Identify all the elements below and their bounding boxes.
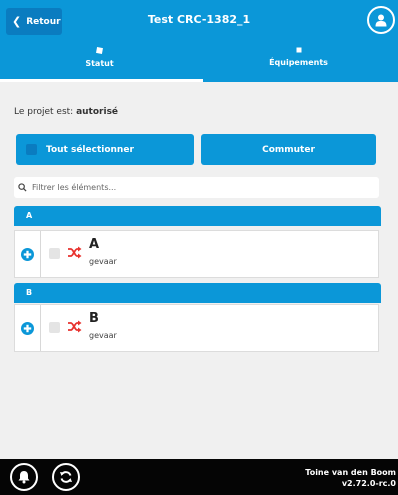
user-profile-button[interactable]	[367, 6, 395, 34]
project-status-value: autorisé	[76, 107, 119, 117]
sync-button[interactable]	[52, 463, 80, 491]
select-all-checkbox[interactable]	[26, 144, 37, 155]
project-status-prefix: Le projet est:	[14, 107, 74, 117]
group-header-b: B	[14, 283, 381, 303]
user-info: Toine van den Boom v2.72.0-rc.0	[305, 467, 396, 489]
shuffle-icon[interactable]	[67, 320, 82, 333]
sync-icon	[60, 471, 72, 483]
tab-equipements[interactable]: Équipements	[199, 44, 398, 82]
expand-button[interactable]	[15, 305, 41, 351]
item-checkbox[interactable]	[49, 322, 60, 333]
square-icon	[296, 47, 301, 53]
tab-statut[interactable]: Statut	[0, 44, 199, 82]
app-footer: Toine van den Boom v2.72.0-rc.0	[0, 459, 398, 495]
group-header-a: A	[14, 206, 381, 226]
square-icon	[96, 47, 103, 54]
select-all-button[interactable]: Tout sélectionner	[16, 134, 194, 165]
filter-input[interactable]	[32, 183, 362, 192]
item-name: A	[89, 237, 100, 252]
app-version: v2.72.0-rc.0	[341, 479, 396, 488]
item-name: B	[89, 311, 99, 326]
item-subtitle: gevaar	[89, 331, 117, 340]
list-item: A gevaar	[14, 230, 379, 278]
switch-button[interactable]: Commuter	[201, 134, 376, 165]
bell-icon	[18, 471, 30, 484]
expand-button[interactable]	[15, 231, 41, 277]
item-subtitle: gevaar	[89, 257, 117, 266]
project-status: Le projet est: autorisé	[14, 107, 118, 117]
list-item: B gevaar	[14, 304, 379, 352]
shuffle-icon[interactable]	[67, 246, 82, 259]
tab-statut-label: Statut	[85, 59, 114, 68]
switch-button-label: Commuter	[262, 144, 315, 155]
tab-equipements-label: Équipements	[269, 58, 328, 67]
plus-circle-icon	[21, 247, 34, 261]
page-title: Test CRC-1382_1	[147, 13, 251, 26]
filter-field[interactable]	[14, 177, 379, 198]
search-icon	[18, 183, 27, 192]
app-header: ❮ Retour Test CRC-1382_1 Statut Équipeme…	[0, 0, 398, 82]
notifications-button[interactable]	[10, 463, 38, 491]
user-name: Toine van den Boom	[305, 468, 396, 477]
active-tab-indicator	[0, 79, 203, 82]
item-checkbox[interactable]	[49, 248, 60, 259]
user-icon	[375, 14, 387, 27]
select-all-label: Tout sélectionner	[46, 144, 134, 155]
plus-circle-icon	[21, 321, 34, 335]
